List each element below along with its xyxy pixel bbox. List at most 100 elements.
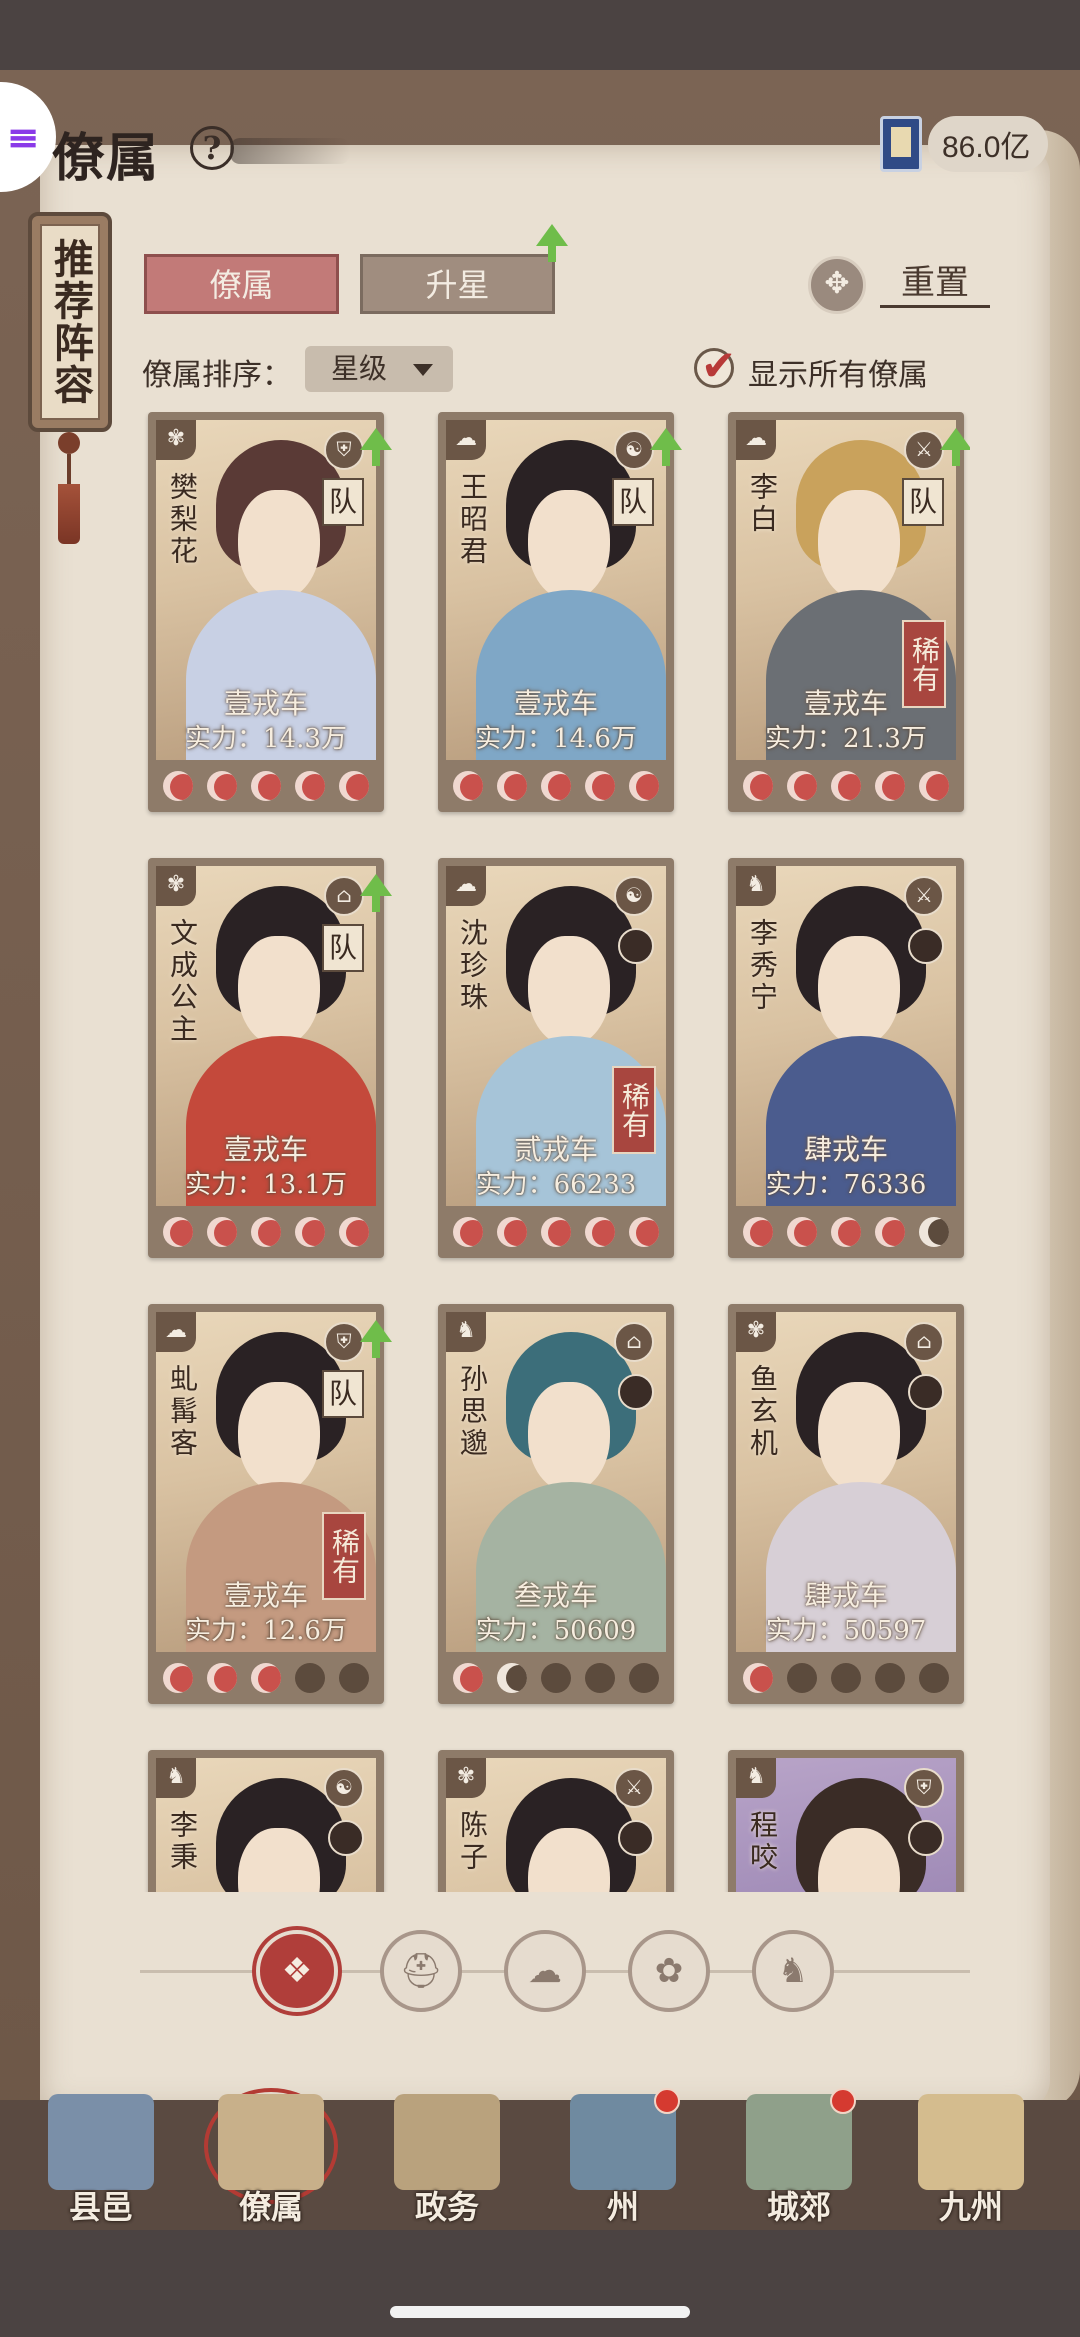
all-filter[interactable]: ❖ — [256, 1930, 338, 2012]
card-name: 李秉 — [166, 1810, 199, 1874]
card-rank: 肆戎车 — [803, 1579, 888, 1612]
card-name: 程咬 — [746, 1810, 779, 1874]
card-portrait: ☁ ⛨ 虬髯客队稀有 壹戎车 实力：12.6万 — [156, 1312, 376, 1652]
subordinate-card[interactable]: ☁ ⛨ 虬髯客队稀有 壹戎车 实力：12.6万 — [148, 1304, 392, 1704]
subordinate-card[interactable]: ☁ ☯ 沈珍珠 稀有 贰戎车 实力：66233 — [438, 858, 674, 1258]
nav-item[interactable]: 县邑 — [26, 2094, 176, 2226]
nav-label: 僚属 — [238, 2188, 303, 2226]
tab-subordinates[interactable]: 僚属 — [144, 254, 339, 314]
reset-icon[interactable]: ✥ — [808, 256, 866, 314]
cloud-icon: ☁ — [736, 420, 776, 460]
card-portrait: ☁ ☯ 沈珍珠 稀有 贰戎车 实力：66233 — [446, 866, 666, 1206]
book-icon — [880, 116, 922, 172]
sort-dropdown[interactable]: 星级 — [305, 346, 453, 392]
star-off-icon — [787, 1663, 817, 1693]
star-on-icon — [295, 771, 325, 801]
star-on-icon — [541, 771, 571, 801]
recommended-lineup-tab[interactable]: 推荐阵容 — [28, 212, 112, 432]
card-portrait: ✾ ⛨ 樊梨花 队壹戎车 实力：14.3万 — [156, 420, 376, 760]
star-on-icon — [339, 1217, 369, 1247]
tassel-decoration — [58, 432, 80, 552]
subordinate-card[interactable]: ♞ ⌂ 孙思邈 叁戎车 实力：50609 — [438, 1304, 674, 1704]
nav-label: 城郊 — [766, 2188, 831, 2226]
star-on-icon — [163, 1663, 193, 1693]
team-badge: 队 — [612, 478, 654, 526]
lion-icon: ♞ — [736, 1758, 776, 1798]
star-off-icon — [585, 1663, 615, 1693]
card-portrait: ♞ ⌂ 孙思邈 叁戎车 实力：50609 — [446, 1312, 666, 1652]
portrait-face — [818, 936, 900, 1046]
currency-display[interactable]: 86.0亿 — [880, 112, 1060, 176]
star-rating — [446, 1214, 666, 1250]
team-badge: 队 — [322, 478, 364, 526]
help-icon[interactable]: ? — [190, 126, 234, 170]
star-on-icon — [497, 1217, 527, 1247]
show-all-checkbox[interactable] — [694, 341, 736, 390]
nav-building-icon — [218, 2094, 324, 2190]
card-name: 王昭君 — [456, 472, 489, 568]
home-indicator[interactable] — [390, 2306, 690, 2318]
card-name: 樊梨花 — [166, 472, 199, 568]
team-badge: 队 — [902, 478, 944, 526]
hat-icon: ⌂ — [324, 876, 364, 916]
nav-item[interactable]: 僚属 — [196, 2088, 346, 2226]
card-power: 实力：12.6万 — [185, 1616, 347, 1646]
subordinate-card[interactable]: ✾ ⌂ 文成公主 队壹戎车 实力：13.1万 — [148, 858, 392, 1258]
fan-filter[interactable]: ✿ — [628, 1930, 710, 2012]
card-name: 沈珍珠 — [456, 918, 489, 1014]
star-off-icon — [629, 1663, 659, 1693]
subordinate-card[interactable]: ✾ ⚔ 陈子 — [438, 1750, 674, 1892]
card-name: 鱼玄机 — [746, 1364, 779, 1460]
star-on-icon — [743, 771, 773, 801]
subordinate-card[interactable]: ✾ ⌂ 鱼玄机 肆戎车 实力：50597 — [728, 1304, 964, 1704]
nav-item[interactable]: 州 — [548, 2088, 698, 2226]
star-on-icon — [339, 771, 369, 801]
star-on-icon — [251, 1663, 281, 1693]
star-on-icon — [787, 771, 817, 801]
subordinate-card[interactable]: ♞ ☯ 李秉 — [148, 1750, 384, 1892]
card-power: 实力：50609 — [475, 1616, 637, 1646]
star-on-icon — [919, 771, 949, 801]
card-power: 实力：14.3万 — [185, 724, 347, 754]
subordinate-card[interactable]: ☁ ☯ 王昭君 队壹戎车 实力：14.6万 — [438, 412, 682, 812]
companion-avatar — [908, 928, 944, 964]
tab-star-up[interactable]: 升星 — [360, 254, 555, 314]
nav-item[interactable]: 政务 — [372, 2094, 522, 2226]
card-rank: 壹戎车 — [513, 687, 598, 720]
notification-dot — [830, 2088, 856, 2114]
star-rating — [156, 1214, 376, 1250]
star-on-icon — [207, 1217, 237, 1247]
star-on-icon — [453, 771, 483, 801]
subordinate-card[interactable]: ☁ ⚔ 李白队稀有 壹戎车 实力：21.3万 — [728, 412, 970, 812]
subordinate-card[interactable]: ♞ ⚔ 李秀宁 肆戎车 实力：76336 — [728, 858, 964, 1258]
recommended-lineup-label: 推荐阵容 — [40, 224, 100, 420]
star-off-icon — [831, 1663, 861, 1693]
reset-button[interactable]: 重置 — [880, 258, 990, 308]
nav-item[interactable]: 城郊 — [724, 2088, 874, 2226]
subordinate-card[interactable]: ✾ ⛨ 樊梨花 队壹戎车 实力：14.3万 — [148, 412, 392, 812]
star-off-icon — [541, 1663, 571, 1693]
card-power: 实力：21.3万 — [765, 724, 927, 754]
lion-icon: ♞ — [736, 866, 776, 906]
sword-icon: ⚔ — [614, 1768, 654, 1808]
star-on-icon — [875, 771, 905, 801]
team-badge: 队 — [322, 924, 364, 972]
helmet-filter[interactable]: ⛑ — [380, 1930, 462, 2012]
subordinate-card[interactable]: ♞ ⛨ 程咬 — [728, 1750, 964, 1892]
star-on-icon — [251, 771, 281, 801]
hat-icon: ⌂ — [614, 1322, 654, 1362]
companion-avatar — [618, 928, 654, 964]
nav-item[interactable]: 九州 — [896, 2094, 1046, 2226]
cloud-filter[interactable]: ☁ — [504, 1930, 586, 2012]
star-on-icon — [831, 1217, 861, 1247]
card-portrait: ♞ ⛨ 程咬 — [736, 1758, 956, 1892]
card-rank: 肆戎车 — [803, 1133, 888, 1166]
lion-filter[interactable]: ♞ — [752, 1930, 834, 2012]
star-on-icon — [743, 1217, 773, 1247]
subordinate-grid[interactable]: ✾ ⛨ 樊梨花队壹戎车 实力：14.3万 ☁ ☯ 王昭君队壹戎车 实力：14.6万 ☁ ⚔ 李白队稀… — [140, 412, 970, 1892]
star-half-icon — [497, 1663, 527, 1693]
upgrade-arrow-icon — [650, 428, 682, 466]
companion-avatar — [908, 1374, 944, 1410]
show-all-label[interactable]: 显示所有僚属 — [748, 350, 928, 394]
star-on-icon — [207, 771, 237, 801]
